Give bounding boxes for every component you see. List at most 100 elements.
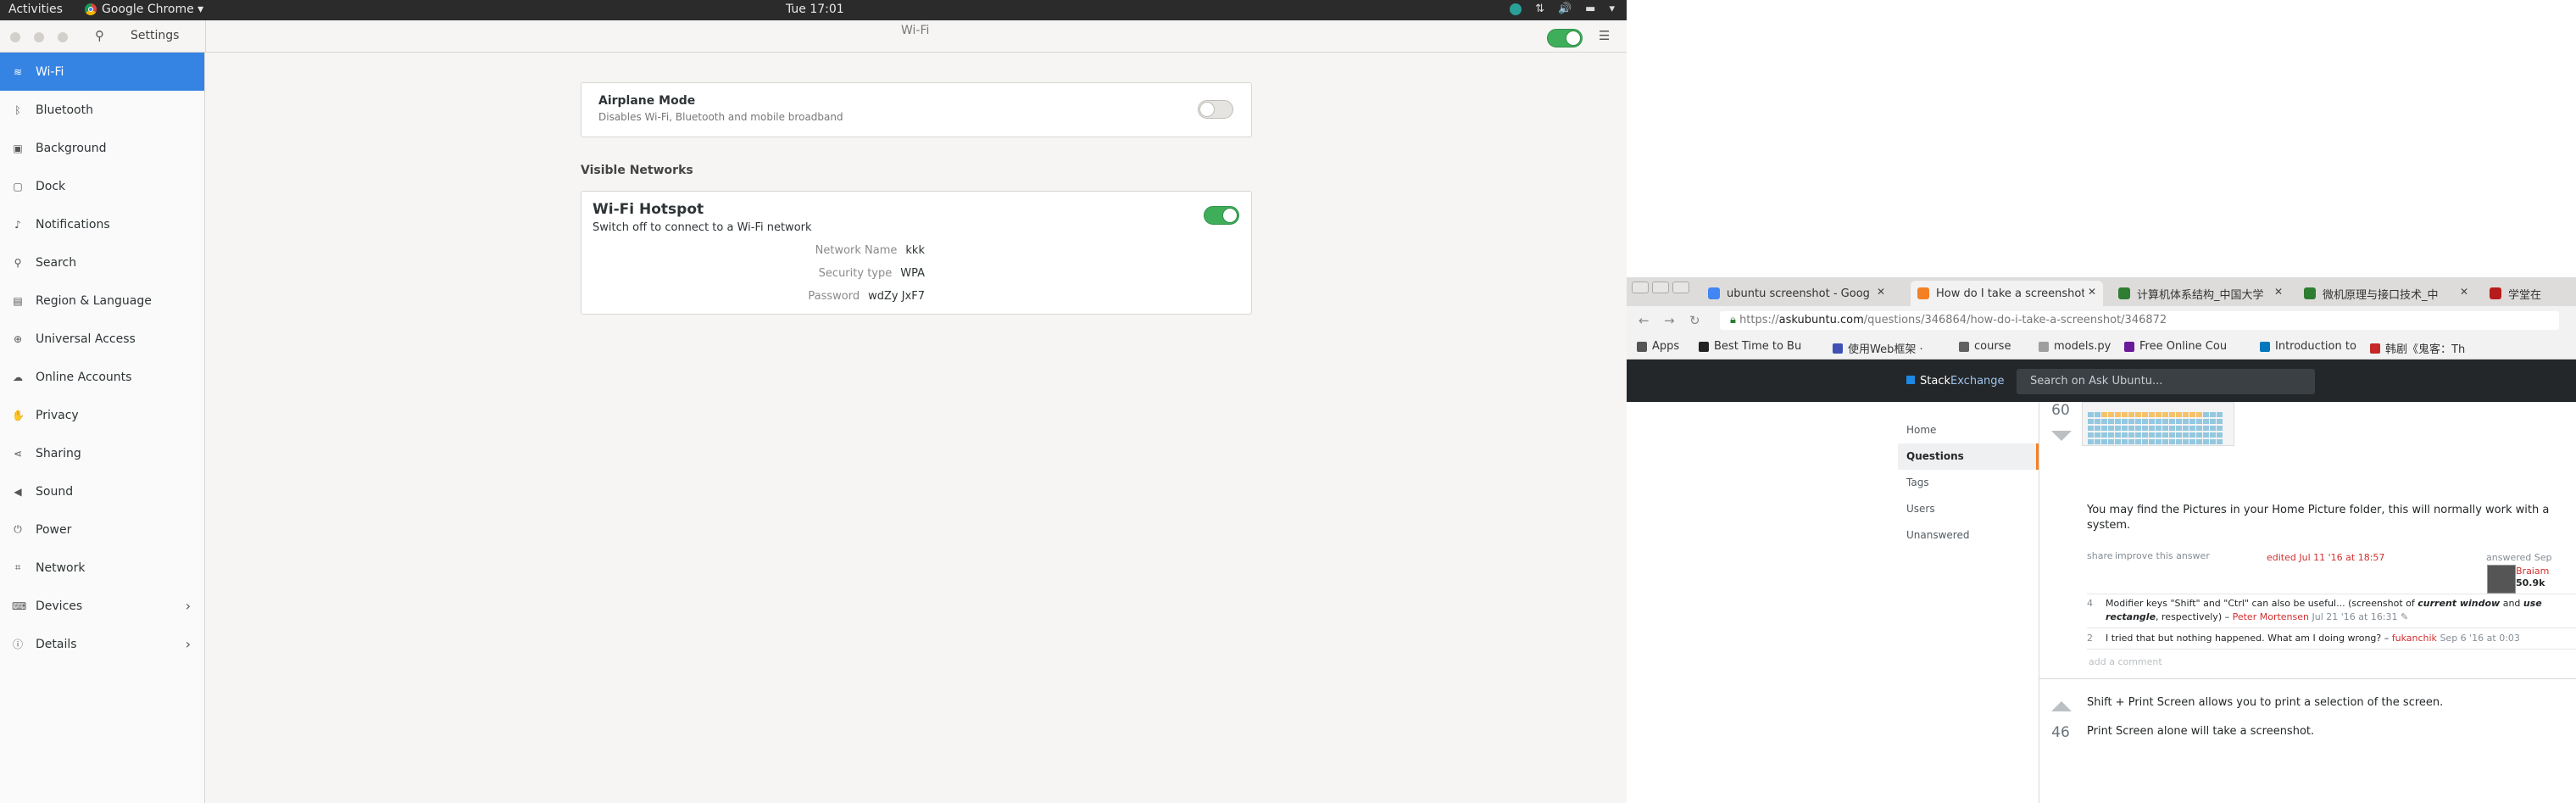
app-menu[interactable]: Google Chrome ▾ (85, 3, 203, 16)
status-indicator-icon[interactable] (1510, 3, 1522, 15)
bookmark-favicon-icon (1699, 341, 1709, 352)
sidebar-item-region-language[interactable]: ▤ Region & Language (0, 282, 204, 320)
bookmark-item[interactable]: Best Time to Bu (1699, 340, 1801, 353)
upvote-arrow-icon[interactable] (2051, 701, 2072, 711)
answer1-text-line2: system. (2087, 519, 2131, 532)
clock[interactable]: Tue 17:01 (786, 3, 844, 16)
tab-favicon-icon (2490, 287, 2501, 299)
answer-user-name[interactable]: Braiam (2516, 566, 2549, 577)
bookmark-favicon-icon (1959, 341, 1969, 352)
system-tray[interactable]: ⇅ 🔊 ▬ ▾ (1510, 3, 1615, 15)
airplane-mode-title: Airplane Mode (598, 94, 696, 108)
sidebar-item-search[interactable]: ⚲ Search (0, 243, 204, 282)
bookmark-item[interactable]: models.py (2039, 340, 2111, 353)
sidebar-item-privacy[interactable]: ✋ Privacy (0, 396, 204, 434)
activities-button[interactable]: Activities (8, 3, 63, 16)
visible-networks-heading: Visible Networks (581, 164, 693, 177)
downvote-arrow-icon[interactable] (2051, 431, 2072, 441)
network-name-row: Network Name kkk (581, 244, 925, 257)
volume-icon[interactable]: 🔊 (1558, 3, 1572, 15)
maximize-window-button[interactable] (1652, 282, 1669, 293)
sidebar-item-online-accounts[interactable]: ☁ Online Accounts (0, 358, 204, 396)
browser-tab[interactable]: How do I take a screenshot ✕ (1911, 281, 2103, 306)
site-search-input[interactable]: Search on Ask Ubuntu... (2017, 369, 2315, 394)
accessibility-icon: ⊕ (13, 332, 23, 345)
sidebar-item-universal-access[interactable]: ⊕ Universal Access (0, 320, 204, 358)
airplane-mode-toggle[interactable] (1198, 100, 1233, 119)
hotspot-toggle[interactable] (1204, 206, 1239, 225)
site-nav-users[interactable]: Users (1898, 496, 2039, 522)
stackexchange-logo[interactable]: StackExchange (1906, 375, 2005, 388)
sidebar-item-devices[interactable]: ⌨ Devices › (0, 587, 204, 625)
bookmark-item[interactable]: Free Online Cou (2124, 340, 2227, 353)
tab-favicon-icon (2304, 287, 2316, 299)
maximize-window-button[interactable] (58, 32, 68, 42)
sidebar-item-bluetooth[interactable]: ᛒ Bluetooth (0, 91, 204, 129)
airplane-mode-row[interactable]: Airplane Mode Disables Wi-Fi, Bluetooth … (581, 82, 1252, 137)
browser-tab[interactable]: 学堂在 (2483, 281, 2576, 306)
comment-votes: 4 (2087, 598, 2093, 609)
back-arrow-icon[interactable]: ← (1639, 313, 1650, 328)
password-value: wdZy JxF7 (868, 290, 925, 303)
answer1-text-line1: You may find the Pictures in your Home P… (2087, 504, 2550, 516)
sidebar-item-label: Universal Access (36, 332, 136, 346)
security-type-value: WPA (900, 267, 925, 280)
network-name-value: kkk (905, 244, 925, 257)
sidebar-item-wi-fi[interactable]: ≋ Wi-Fi (0, 53, 204, 91)
close-tab-icon[interactable]: ✕ (2456, 286, 2468, 298)
sidebar-item-details[interactable]: ⓘ Details › (0, 625, 204, 663)
improve-answer-link[interactable]: improve this answer (2115, 550, 2210, 561)
address-bar[interactable]: 🔒︎ https://askubuntu.com/questions/34686… (1720, 311, 2559, 330)
site-nav-home[interactable]: Home (1898, 417, 2039, 443)
share-link[interactable]: share (2087, 550, 2113, 561)
chrome-window: ubuntu screenshot - Goog ✕ How do I take a… (1627, 277, 2576, 803)
keyboard-image-row (2088, 408, 2223, 417)
search-icon[interactable]: ⚲ (95, 28, 104, 43)
bookmark-favicon-icon (2039, 341, 2049, 352)
site-nav-unanswered[interactable]: Unanswered (1898, 522, 2039, 549)
sidebar-item-network[interactable]: ⌗ Network (0, 549, 204, 587)
battery-icon[interactable]: ▬ (1585, 3, 1595, 15)
bookmark-item[interactable]: 使用Web框架 · (1833, 340, 1923, 356)
network-icon: ⌗ (14, 561, 21, 573)
sidebar-item-sound[interactable]: ◀ Sound (0, 472, 204, 510)
close-tab-icon[interactable]: ✕ (2271, 286, 2283, 298)
wifi-toggle[interactable] (1547, 29, 1583, 47)
chevron-down-icon[interactable]: ▾ (1609, 3, 1615, 15)
comment-user-link[interactable]: Peter Mortensen (2233, 611, 2309, 622)
sidebar-item-background[interactable]: ▣ Background (0, 129, 204, 167)
bookmark-label: 使用Web框架 · (1848, 343, 1923, 356)
close-window-button[interactable] (1672, 282, 1689, 293)
browser-tab[interactable]: 微机原理与接口技术_中 ✕ (2297, 281, 2475, 306)
header-divider (205, 20, 206, 52)
bookmark-item[interactable]: Introduction to (2260, 340, 2356, 353)
hamburger-menu-icon[interactable]: ☰ (1599, 28, 1610, 43)
site-nav-tags[interactable]: Tags (1898, 470, 2039, 496)
security-type-label: Security type (818, 267, 893, 280)
answers-area: 60 You may find the Pictures in your Hom… (2039, 402, 2576, 803)
comment-user-link[interactable]: fukanchik (2392, 633, 2437, 644)
browser-tab[interactable]: ubuntu screenshot - Goog ✕ (1701, 281, 1892, 306)
sidebar-item-sharing[interactable]: ⋖ Sharing (0, 434, 204, 472)
bookmark-item[interactable]: Apps (1637, 340, 1679, 353)
minimize-window-button[interactable] (1632, 282, 1649, 293)
close-tab-icon[interactable]: ✕ (1873, 286, 1885, 298)
avatar[interactable] (2487, 565, 2516, 594)
close-tab-icon[interactable]: ✕ (2084, 286, 2096, 298)
edited-timestamp[interactable]: edited Jul 11 '16 at 18:57 (2267, 552, 2384, 563)
tab-strip: ubuntu screenshot - Goog ✕ How do I take a… (1627, 277, 2576, 306)
site-nav-questions[interactable]: Questions (1898, 443, 2039, 470)
browser-tab[interactable]: 计算机体系结构_中国大学 ✕ (2111, 281, 2289, 306)
network-icon[interactable]: ⇅ (1535, 3, 1544, 15)
sidebar-item-notifications[interactable]: ♪ Notifications (0, 205, 204, 243)
close-window-button[interactable] (10, 32, 20, 42)
wifi-icon: ≋ (13, 65, 23, 78)
bookmark-item[interactable]: course (1959, 340, 2011, 353)
bookmark-item[interactable]: 韩剧《鬼客：Th (2370, 340, 2465, 356)
sidebar-item-dock[interactable]: ▢ Dock (0, 167, 204, 205)
forward-arrow-icon[interactable]: → (1664, 313, 1675, 328)
add-comment-link[interactable]: add a comment (2089, 656, 2162, 667)
reload-icon[interactable]: ↻ (1689, 313, 1700, 328)
sidebar-item-power[interactable]: ⏻ Power (0, 510, 204, 549)
minimize-window-button[interactable] (34, 32, 44, 42)
